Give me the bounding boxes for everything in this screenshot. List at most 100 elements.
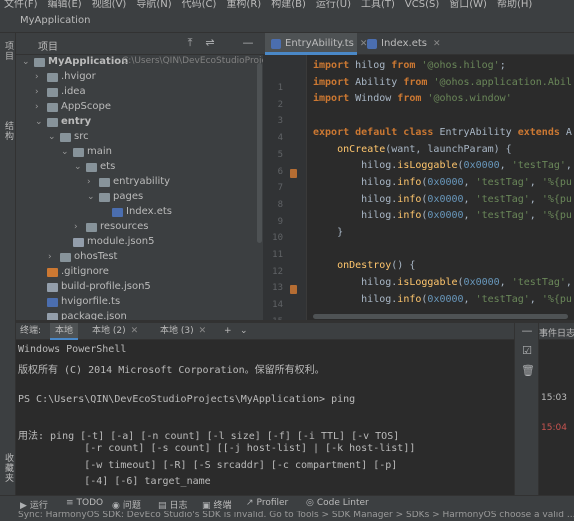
code-line[interactable]: onCreate(want, launchParam) { (313, 144, 512, 155)
menu-item[interactable]: 代码(C) (182, 0, 217, 9)
tree-item[interactable]: Index.ets (16, 205, 263, 221)
collapse-all-icon[interactable]: ⤒ (184, 37, 196, 49)
tree-item[interactable]: module.json5 (16, 235, 263, 251)
tree-item[interactable]: › ohosTest (16, 250, 263, 266)
line-number[interactable]: 5 (267, 150, 283, 160)
line-number[interactable]: 6 (267, 167, 283, 177)
chevron-down-icon[interactable]: ⌄ (87, 192, 95, 202)
bottom-tool-button[interactable]: ↗ Profiler (246, 498, 288, 508)
tree-item[interactable]: ⌄ MyApplication C:\Users\QIN\DevEcoStudioP… (16, 55, 263, 71)
menu-item[interactable]: 文件(F) (4, 0, 38, 9)
method-marker-icon[interactable] (290, 168, 297, 178)
line-number[interactable]: 7 (267, 183, 283, 193)
tree-item[interactable]: .gitignore (16, 265, 263, 281)
tree-item[interactable]: › resources (16, 220, 263, 236)
code-line[interactable]: hilog.isLoggable(0x0000, 'testTag', (313, 277, 572, 288)
check-icon[interactable]: ☑ (521, 345, 533, 357)
tree-item[interactable]: › entryability (16, 175, 263, 191)
tree-item[interactable]: ⌄ ets (16, 160, 263, 176)
code-line[interactable]: hilog.isLoggable(0x0000, 'testTag', (313, 160, 572, 171)
event-time[interactable]: 15:03 (541, 393, 567, 403)
event-time[interactable]: 15:04 (541, 423, 567, 433)
close-icon[interactable]: ✕ (433, 39, 441, 49)
tree-item[interactable]: ⌄ src (16, 130, 263, 146)
menu-item[interactable]: 重构(R) (226, 0, 261, 9)
tab-index[interactable]: Index.ets ✕ (361, 33, 445, 55)
bottom-tool-button[interactable]: ▣ 终端 (202, 498, 232, 511)
chevron-right-icon[interactable]: › (74, 222, 78, 232)
favorites-tool-tab[interactable]: 收藏夹 (2, 453, 15, 483)
bottom-tool-button[interactable]: ▤ 日志 (158, 498, 188, 511)
code-line[interactable]: } (313, 227, 343, 238)
bottom-tool-button[interactable]: ▶ 运行 (20, 498, 48, 511)
menu-item[interactable]: 工具(T) (361, 0, 395, 9)
tree-item[interactable]: ⌄ main (16, 145, 263, 161)
menu-item[interactable]: VCS(S) (405, 0, 439, 9)
chevron-down-icon[interactable]: ⌄ (61, 147, 69, 157)
chevron-down-icon[interactable]: ⌄ (22, 57, 30, 67)
line-number[interactable]: 3 (267, 116, 283, 126)
terminal-tab-local-3[interactable]: 本地 (3) ✕ (156, 323, 210, 340)
terminal-tab-local[interactable]: 本地 (50, 323, 79, 340)
close-icon[interactable]: ✕ (199, 326, 207, 336)
tab-entryability[interactable]: EntryAbility.ts ✕ (265, 33, 367, 55)
line-number[interactable]: 12 (267, 267, 283, 277)
tree-item[interactable]: ⌄ pages (16, 190, 263, 206)
chevron-down-icon[interactable]: ⌄ (48, 132, 56, 142)
line-number[interactable]: 13 (267, 283, 283, 293)
chevron-down-icon[interactable]: ⌄ (35, 117, 43, 127)
menu-item[interactable]: 窗口(W) (449, 0, 487, 9)
code-line[interactable]: hilog.info(0x0000, 'testTag', '%{pu (313, 294, 572, 305)
code-line[interactable]: hilog.info(0x0000, 'testTag', '%{pu (313, 210, 572, 221)
menu-item[interactable]: 帮助(H) (497, 0, 532, 9)
project-tool-tab[interactable]: 项目 (2, 41, 15, 61)
chevron-right-icon[interactable]: › (48, 252, 52, 262)
code-line[interactable]: export default class EntryAbility extend… (313, 127, 572, 138)
structure-tool-tab[interactable]: 结构 (2, 121, 15, 141)
tree-item[interactable]: ⌄ entry (16, 115, 263, 131)
editor-horizontal-scrollbar[interactable] (313, 314, 568, 319)
options-icon[interactable]: ⇌ (204, 37, 216, 49)
close-icon[interactable]: ✕ (131, 326, 139, 336)
menu-item[interactable]: 构建(B) (271, 0, 306, 9)
menu-item[interactable]: 编辑(E) (48, 0, 82, 9)
bottom-tool-button[interactable]: ◉ 问题 (112, 498, 141, 511)
line-number[interactable]: 9 (267, 217, 283, 227)
code-line[interactable]: import hilog from '@ohos.hilog'; (313, 60, 506, 71)
menu-item[interactable]: 运行(U) (316, 0, 351, 9)
hide-panel-icon[interactable]: — (242, 37, 254, 49)
tree-item[interactable]: hvigorfile.ts (16, 295, 263, 311)
line-number[interactable]: 4 (267, 133, 283, 143)
method-marker-icon[interactable] (290, 285, 297, 295)
terminal-menu-chevron-icon[interactable]: ⌄ (240, 323, 248, 340)
tree-item[interactable]: › .idea (16, 85, 263, 101)
line-number[interactable]: 1 (267, 83, 283, 93)
line-number[interactable]: 11 (267, 250, 283, 260)
chevron-right-icon[interactable]: › (35, 72, 39, 82)
bottom-tool-button[interactable]: ≡ TODO (66, 498, 103, 508)
code-line[interactable]: import Window from '@ohos.window' (313, 93, 512, 104)
menu-item[interactable]: 视图(V) (92, 0, 127, 9)
chevron-right-icon[interactable]: › (87, 177, 91, 187)
line-number[interactable]: 2 (267, 100, 283, 110)
line-number[interactable]: 10 (267, 233, 283, 243)
line-number[interactable]: 14 (267, 300, 283, 310)
code-line[interactable]: hilog.info(0x0000, 'testTag', '%{pu (313, 194, 572, 205)
code-line[interactable]: import Ability from '@ohos.application.A… (313, 77, 572, 88)
bottom-tool-button[interactable]: ◎ Code Linter (306, 498, 369, 508)
tree-item[interactable]: build-profile.json5 (16, 280, 263, 296)
trash-icon[interactable]: 🗑 (521, 365, 535, 377)
chevron-right-icon[interactable]: › (35, 102, 39, 112)
code-line[interactable]: onDestroy() { (313, 260, 415, 271)
tree-item[interactable]: package.json (16, 310, 263, 320)
code-line[interactable]: hilog.info(0x0000, 'testTag', '%{pu (313, 177, 572, 188)
project-tree-scrollbar[interactable] (257, 63, 262, 243)
tree-item[interactable]: › .hvigor (16, 70, 263, 86)
terminal-tab-local-2[interactable]: 本地 (2) ✕ (88, 323, 142, 340)
line-number[interactable]: 8 (267, 200, 283, 210)
tree-item[interactable]: › AppScope (16, 100, 263, 116)
chevron-down-icon[interactable]: ⌄ (74, 162, 82, 172)
menu-item[interactable]: 导航(N) (136, 0, 171, 9)
chevron-right-icon[interactable]: › (35, 87, 39, 97)
new-terminal-button[interactable]: + (224, 323, 232, 340)
